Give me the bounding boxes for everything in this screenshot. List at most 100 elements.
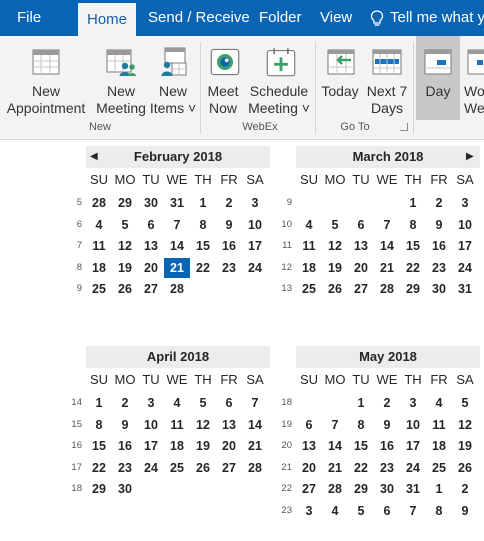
calendar-day[interactable]: 24 bbox=[242, 258, 268, 278]
calendar-day[interactable]: 18 bbox=[164, 436, 190, 456]
calendar-day[interactable]: 18 bbox=[426, 436, 452, 456]
calendar-day[interactable]: 16 bbox=[112, 436, 138, 456]
calendar-day[interactable]: 20 bbox=[348, 258, 374, 278]
week-number[interactable]: 18 bbox=[278, 397, 292, 408]
calendar-day[interactable]: 12 bbox=[112, 236, 138, 256]
tab-home[interactable]: Home bbox=[78, 3, 136, 36]
calendar-day[interactable]: 19 bbox=[112, 258, 138, 278]
calendar-day[interactable]: 28 bbox=[164, 279, 190, 299]
tab-send-receive[interactable]: Send / Receive bbox=[148, 0, 250, 36]
calendar-day[interactable]: 27 bbox=[296, 479, 322, 499]
calendar-day[interactable]: 17 bbox=[138, 436, 164, 456]
calendar-day[interactable]: 30 bbox=[426, 279, 452, 299]
calendar-day[interactable]: 14 bbox=[322, 436, 348, 456]
calendar-day[interactable]: 5 bbox=[190, 393, 216, 413]
calendar-day[interactable]: 24 bbox=[400, 458, 426, 478]
calendar-day[interactable]: 19 bbox=[190, 436, 216, 456]
calendar-day[interactable]: 28 bbox=[322, 479, 348, 499]
calendar-day[interactable]: 2 bbox=[452, 479, 478, 499]
calendar-day[interactable]: 21 bbox=[374, 258, 400, 278]
calendar-day[interactable]: 8 bbox=[400, 215, 426, 235]
calendar-day[interactable]: 29 bbox=[112, 193, 138, 213]
calendar-day[interactable]: 17 bbox=[242, 236, 268, 256]
calendar-day[interactable]: 20 bbox=[216, 436, 242, 456]
calendar-day[interactable]: 6 bbox=[138, 215, 164, 235]
calendar-day[interactable]: 25 bbox=[86, 279, 112, 299]
calendar-day[interactable]: 1 bbox=[426, 479, 452, 499]
calendar-day[interactable]: 4 bbox=[296, 215, 322, 235]
calendar-day[interactable]: 7 bbox=[400, 501, 426, 521]
calendar-day[interactable]: 29 bbox=[86, 479, 112, 499]
calendar-day[interactable]: 21 bbox=[322, 458, 348, 478]
calendar-day[interactable]: 31 bbox=[452, 279, 478, 299]
calendar-day[interactable]: 14 bbox=[164, 236, 190, 256]
week-number[interactable]: 23 bbox=[278, 505, 292, 516]
calendar-day[interactable]: 9 bbox=[426, 215, 452, 235]
calendar-day[interactable]: 11 bbox=[164, 415, 190, 435]
calendar-day[interactable]: 29 bbox=[400, 279, 426, 299]
next-month-arrow-icon[interactable]: ▶ bbox=[466, 146, 474, 168]
dialog-launcher-icon[interactable] bbox=[400, 123, 408, 131]
calendar-day[interactable]: 13 bbox=[138, 236, 164, 256]
calendar-day[interactable]: 19 bbox=[322, 258, 348, 278]
calendar-day[interactable]: 18 bbox=[296, 258, 322, 278]
calendar-day[interactable]: 15 bbox=[86, 436, 112, 456]
week-number[interactable]: 9 bbox=[68, 283, 82, 294]
calendar-day[interactable]: 7 bbox=[242, 393, 268, 413]
calendar-day[interactable]: 10 bbox=[452, 215, 478, 235]
calendar-day[interactable]: 30 bbox=[138, 193, 164, 213]
calendar-day[interactable]: 4 bbox=[164, 393, 190, 413]
new-items-button[interactable]: New Items ˅ bbox=[149, 36, 197, 120]
calendar-day[interactable]: 28 bbox=[242, 458, 268, 478]
calendar-day[interactable]: 13 bbox=[216, 415, 242, 435]
week-number[interactable]: 10 bbox=[278, 219, 292, 230]
calendar-day[interactable]: 5 bbox=[452, 393, 478, 413]
calendar-day[interactable]: 1 bbox=[190, 193, 216, 213]
calendar-day[interactable]: 22 bbox=[348, 458, 374, 478]
week-number[interactable]: 22 bbox=[278, 483, 292, 494]
calendar-day[interactable]: 2 bbox=[216, 193, 242, 213]
calendar-day[interactable]: 31 bbox=[400, 479, 426, 499]
calendar-day[interactable]: 23 bbox=[374, 458, 400, 478]
calendar-day[interactable]: 15 bbox=[400, 236, 426, 256]
calendar-day[interactable]: 8 bbox=[426, 501, 452, 521]
calendar-day[interactable]: 14 bbox=[374, 236, 400, 256]
calendar-day[interactable]: 14 bbox=[242, 415, 268, 435]
calendar-day[interactable]: 23 bbox=[216, 258, 242, 278]
calendar-day[interactable]: 12 bbox=[322, 236, 348, 256]
calendar-day[interactable]: 1 bbox=[400, 193, 426, 213]
calendar-day[interactable]: 2 bbox=[426, 193, 452, 213]
tab-folder[interactable]: Folder bbox=[259, 0, 302, 36]
calendar-day[interactable]: 3 bbox=[138, 393, 164, 413]
next-7-days-button[interactable]: Next 7 Days bbox=[363, 36, 411, 120]
calendar-day[interactable]: 16 bbox=[426, 236, 452, 256]
calendar-day[interactable]: 30 bbox=[374, 479, 400, 499]
today-button[interactable]: Today bbox=[318, 36, 362, 120]
calendar-day[interactable]: 29 bbox=[348, 479, 374, 499]
week-number[interactable]: 8 bbox=[68, 262, 82, 273]
calendar-day[interactable]: 2 bbox=[374, 393, 400, 413]
calendar-day[interactable]: 25 bbox=[296, 279, 322, 299]
calendar-day[interactable]: 7 bbox=[322, 415, 348, 435]
day-view-button[interactable]: Day bbox=[416, 36, 460, 120]
week-number[interactable]: 17 bbox=[68, 462, 82, 473]
calendar-day[interactable]: 26 bbox=[452, 458, 478, 478]
calendar-day[interactable]: 13 bbox=[348, 236, 374, 256]
calendar-day[interactable]: 24 bbox=[452, 258, 478, 278]
calendar-day[interactable]: 3 bbox=[242, 193, 268, 213]
calendar-day[interactable]: 5 bbox=[112, 215, 138, 235]
week-number[interactable]: 12 bbox=[278, 262, 292, 273]
calendar-day[interactable]: 19 bbox=[452, 436, 478, 456]
calendar-day[interactable]: 25 bbox=[164, 458, 190, 478]
calendar-day[interactable]: 15 bbox=[348, 436, 374, 456]
tab-view[interactable]: View bbox=[320, 0, 352, 36]
week-number[interactable]: 15 bbox=[68, 419, 82, 430]
calendar-day[interactable]: 12 bbox=[190, 415, 216, 435]
calendar-day[interactable]: 27 bbox=[348, 279, 374, 299]
calendar-day[interactable]: 24 bbox=[138, 458, 164, 478]
calendar-day[interactable]: 8 bbox=[86, 415, 112, 435]
calendar-day[interactable]: 16 bbox=[374, 436, 400, 456]
calendar-day[interactable]: 30 bbox=[112, 479, 138, 499]
new-meeting-button[interactable]: New Meeting bbox=[94, 36, 148, 120]
week-number[interactable]: 13 bbox=[278, 283, 292, 294]
